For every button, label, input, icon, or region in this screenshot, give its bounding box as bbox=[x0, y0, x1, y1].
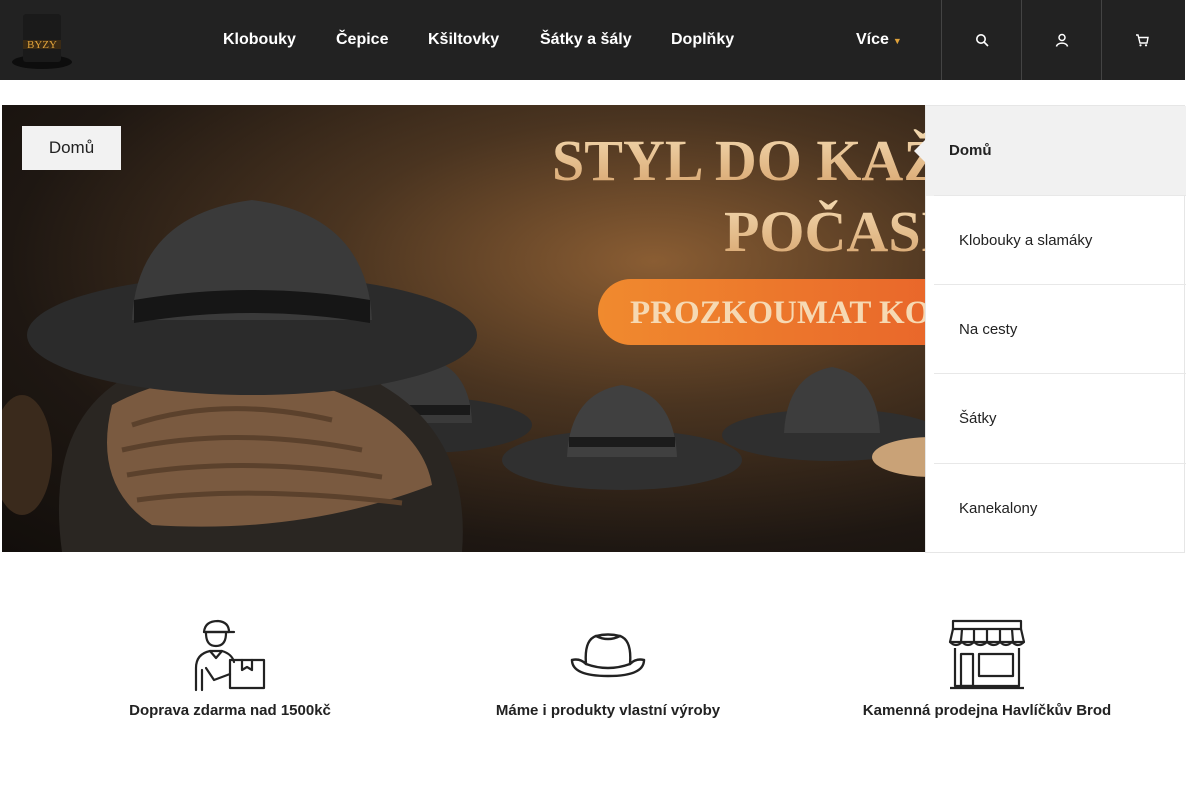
cart-icon bbox=[1135, 34, 1149, 47]
logo[interactable]: BYZY bbox=[10, 10, 74, 70]
search-icon bbox=[975, 34, 989, 47]
nav-item-ksiltovky[interactable]: Kšiltovky bbox=[428, 0, 499, 80]
hat-icon bbox=[570, 633, 646, 678]
banner-cta-label: PROZKOUMAT KO bbox=[630, 295, 930, 331]
feature-own-products: Máme i produkty vlastní výroby bbox=[448, 618, 768, 719]
nav-item-klobouky[interactable]: Klobouky bbox=[223, 0, 296, 80]
sidebar-item-klobouky-a-slamaky[interactable]: Klobouky a slamáky bbox=[934, 195, 1186, 284]
feature-own-products-text: Máme i produkty vlastní výroby bbox=[495, 702, 721, 719]
banner-headline-1: STYL DO KAŽ bbox=[552, 128, 933, 193]
more-menu-button[interactable]: Více ▼ bbox=[856, 0, 902, 80]
cart-button[interactable] bbox=[1101, 0, 1181, 80]
sidebar-item-kanekalony[interactable]: Kanekalony bbox=[934, 463, 1186, 552]
top-navigation-bar: BYZY Klobouky Čepice Kšiltovky Šátky a š… bbox=[0, 0, 1185, 80]
sidebar-title[interactable]: Domů bbox=[914, 106, 1186, 196]
storefront-icon bbox=[948, 619, 1026, 690]
nav-item-doplnky[interactable]: Doplňky bbox=[671, 0, 734, 80]
hero-banner-image: STYL DO KAŽ POČASÍ PROZKOUMAT KO bbox=[2, 128, 933, 552]
banner-headline-2: POČASÍ bbox=[724, 199, 933, 264]
feature-shop-location: Kamenná prodejna Havlíčkův Brod bbox=[827, 618, 1147, 719]
search-button[interactable] bbox=[941, 0, 1021, 80]
feature-free-shipping: Doprava zdarma nad 1500kč bbox=[70, 618, 390, 719]
nav-item-satky-a-saly[interactable]: Šátky a šály bbox=[540, 0, 632, 80]
logo-text: BYZY bbox=[27, 39, 57, 51]
sidebar-item-satky[interactable]: Šátky bbox=[934, 373, 1186, 462]
feature-shop-location-text: Kamenná prodejna Havlíčkův Brod bbox=[862, 702, 1112, 719]
user-icon bbox=[1055, 33, 1068, 47]
hero-banner[interactable]: STYL DO KAŽ POČASÍ PROZKOUMAT KO bbox=[2, 105, 933, 552]
feature-free-shipping-text: Doprava zdarma nad 1500kč bbox=[129, 702, 331, 719]
account-button[interactable] bbox=[1021, 0, 1101, 80]
nav-item-cepice[interactable]: Čepice bbox=[336, 0, 388, 80]
sidebar-item-na-cesty[interactable]: Na cesty bbox=[934, 284, 1186, 373]
delivery-person-icon bbox=[194, 619, 266, 692]
category-sidebar: Domů Klobouky a slamáky Na cesty Šátky K… bbox=[914, 105, 1186, 553]
breadcrumb[interactable]: Domů bbox=[22, 126, 121, 170]
chevron-down-icon: ▼ bbox=[892, 36, 902, 46]
more-label: Více bbox=[856, 31, 889, 48]
